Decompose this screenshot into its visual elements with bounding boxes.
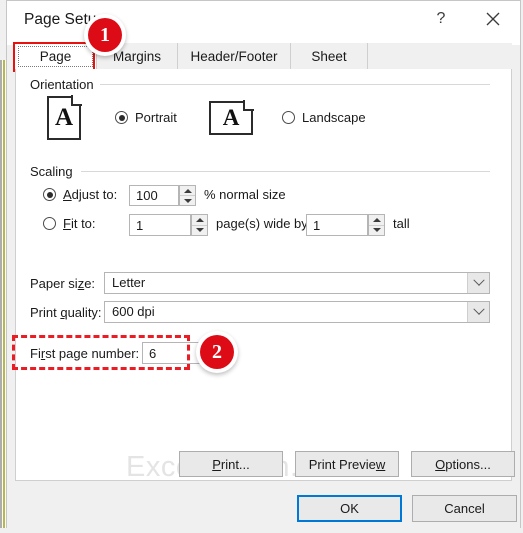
options-button[interactable]: Options...: [411, 451, 515, 477]
fit-to-tall-spinner-up[interactable]: [369, 215, 384, 226]
fit-to-middle-text: page(s) wide by: [216, 216, 308, 231]
page-settings-panel: Orientation A Portrait A Landscape Scali…: [15, 69, 515, 483]
print-button-label: Print...: [212, 456, 250, 472]
caret-down-icon: [195, 228, 204, 233]
annotation-badge-two-number: 2: [200, 335, 234, 369]
adjust-to-input[interactable]: 100: [129, 185, 179, 206]
caret-up-icon: [372, 217, 381, 222]
cancel-button[interactable]: Cancel: [412, 495, 517, 522]
radio-landscape-label: Landscape: [302, 110, 366, 125]
paper-size-dropdown-button[interactable]: [467, 273, 489, 293]
fit-to-tall-value: 1: [313, 217, 321, 233]
print-preview-button[interactable]: Print Preview: [295, 451, 399, 477]
tab-sheet[interactable]: Sheet: [291, 43, 368, 70]
caret-up-icon: [183, 188, 192, 193]
radio-fit-to[interactable]: [43, 217, 56, 230]
tab-strip-filler: [368, 43, 512, 70]
fit-to-wide-input[interactable]: 1: [129, 214, 191, 236]
fit-to-wide-spinner-down[interactable]: [192, 226, 207, 236]
tab-page-label: Page: [39, 49, 72, 64]
annotation-badge-two: 2: [196, 331, 238, 373]
adjust-to-spinner-down[interactable]: [180, 196, 195, 205]
scaling-group-label: Scaling: [30, 164, 78, 179]
first-page-number-input[interactable]: 6: [142, 342, 204, 364]
caret-up-icon: [195, 217, 204, 222]
print-quality-dropdown-button[interactable]: [467, 302, 489, 322]
tab-margins-label: Margins: [112, 49, 161, 64]
dialog-footer: OK Cancel: [7, 482, 520, 529]
print-preview-button-label: Print Preview: [308, 456, 386, 472]
tab-header-footer[interactable]: Header/Footer: [178, 43, 291, 70]
help-button[interactable]: ?: [418, 1, 464, 37]
adjust-to-spinner-up[interactable]: [180, 186, 195, 196]
radio-portrait[interactable]: [115, 111, 128, 124]
fit-to-tall-input[interactable]: 1: [306, 214, 368, 236]
first-page-number-label: First page number:: [30, 346, 140, 361]
adjust-to-suffix: % normal size: [204, 187, 286, 202]
fit-to-suffix: tall: [393, 216, 410, 231]
paper-size-value: Letter: [112, 275, 146, 290]
chevron-down-icon: [472, 303, 485, 315]
orientation-group-label: Orientation: [30, 77, 99, 92]
print-quality-value: 600 dpi: [112, 304, 155, 319]
paper-size-combobox[interactable]: Letter: [104, 272, 490, 294]
page-setup-dialog: Page Setup ? Page Margins Header/Footer …: [6, 0, 521, 529]
scaling-group-line: [81, 171, 490, 172]
orientation-group-line: [100, 84, 490, 85]
fit-to-label-rest: it to:: [70, 216, 96, 231]
fit-to-tall-spinner[interactable]: [368, 214, 385, 236]
radio-adjust-to-label: Adjust to:: [63, 187, 118, 202]
fit-to-wide-spinner[interactable]: [191, 214, 208, 236]
annotation-badge-one: 1: [84, 14, 126, 56]
adjust-to-spinner[interactable]: [179, 185, 196, 206]
fit-to-tall-spinner-down[interactable]: [369, 226, 384, 236]
left-edge-gray-line: [0, 60, 2, 528]
print-quality-label: Print quality:: [30, 305, 102, 320]
landscape-icon-letter: A: [222, 105, 240, 130]
adjust-to-label-rest: djust to:: [71, 187, 118, 202]
tab-header-footer-label: Header/Footer: [190, 49, 278, 64]
print-quality-combobox[interactable]: 600 dpi: [104, 301, 490, 323]
fit-to-wide-spinner-up[interactable]: [192, 215, 207, 226]
left-edge-olive-line: [3, 60, 5, 528]
print-button[interactable]: Print...: [179, 451, 283, 477]
page-setup-dialog-screenshot: Page Setup ? Page Margins Header/Footer …: [0, 0, 523, 533]
landscape-page-icon: A: [209, 99, 255, 135]
radio-landscape[interactable]: [282, 111, 295, 124]
tab-page[interactable]: Page: [15, 43, 97, 70]
portrait-icon-letter: A: [54, 104, 74, 131]
portrait-page-icon: A: [47, 94, 83, 140]
adjust-to-value: 100: [136, 188, 158, 203]
radio-fit-to-label: Fit to:: [63, 216, 96, 231]
cancel-button-label: Cancel: [444, 501, 485, 516]
paper-size-label: Paper size:: [30, 276, 96, 291]
first-page-number-value: 6: [149, 345, 157, 361]
options-button-label: Options...: [435, 456, 491, 472]
radio-adjust-to[interactable]: [43, 188, 56, 201]
chevron-down-icon: [472, 274, 485, 286]
question-mark-icon: ?: [436, 10, 446, 27]
caret-down-icon: [372, 228, 381, 233]
ok-button[interactable]: OK: [297, 495, 402, 522]
close-icon: [486, 12, 500, 26]
annotation-badge-one-number: 1: [88, 18, 122, 52]
caret-down-icon: [183, 198, 192, 203]
ok-button-label: OK: [340, 501, 359, 516]
close-button[interactable]: [470, 1, 516, 37]
fit-to-wide-value: 1: [136, 217, 144, 233]
radio-portrait-label: Portrait: [135, 110, 177, 125]
tab-sheet-label: Sheet: [311, 49, 347, 64]
